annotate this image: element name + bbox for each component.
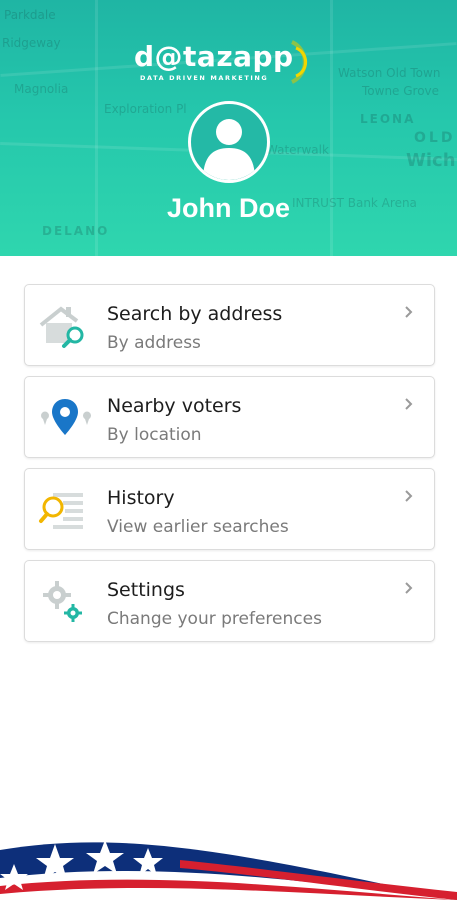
american-flag-wave-decoration: [0, 840, 457, 900]
map-label: Waterwalk: [266, 143, 329, 157]
user-silhouette-icon: [203, 119, 255, 180]
menu-item-title: Search by address: [107, 303, 283, 325]
menu-item-history[interactable]: History View earlier searches: [24, 468, 435, 550]
menu-item-nearby-voters[interactable]: Nearby voters By location: [24, 376, 435, 458]
map-label: Magnolia: [14, 82, 69, 96]
map-label: Ridgeway: [2, 36, 61, 50]
chevron-right-icon: [405, 306, 413, 318]
map-label: Watson Old Town: [338, 66, 441, 80]
map-label: OLD: [414, 130, 456, 146]
chevron-right-icon: [405, 490, 413, 502]
logo-tagline: DATA DRIVEN MARKETING: [140, 74, 269, 82]
datazapp-logo: d@tazapp DATA DRIVEN MARKETING: [134, 40, 324, 90]
logo-wordmark: d@tazapp: [134, 40, 294, 73]
menu-item-title: History: [107, 487, 175, 509]
avatar[interactable]: [188, 101, 270, 183]
map-label: Parkdale: [4, 8, 56, 22]
house-search-icon: [39, 306, 84, 348]
user-name: John Doe: [166, 193, 290, 223]
profile-header: Parkdale Ridgeway Magnolia Exploration P…: [0, 0, 457, 256]
menu-item-subtitle: By address: [107, 333, 201, 353]
menu-item-subtitle: View earlier searches: [107, 517, 289, 537]
menu-item-settings[interactable]: Settings Change your preferences: [24, 560, 435, 642]
logo-ring-icon: [291, 40, 308, 84]
menu-item-subtitle: Change your preferences: [107, 609, 322, 629]
chevron-right-icon: [405, 582, 413, 594]
location-pin-icon: [41, 399, 91, 435]
chevron-right-icon: [405, 398, 413, 410]
menu-item-search-by-address[interactable]: Search by address By address: [24, 284, 435, 366]
menu-item-title: Nearby voters: [107, 395, 242, 417]
map-label: LEONA: [360, 112, 416, 126]
history-search-icon: [39, 493, 83, 529]
main-menu: Search by address By address Nearby vote…: [24, 284, 435, 652]
menu-item-subtitle: By location: [107, 425, 202, 445]
map-label: Exploration Pl: [104, 102, 187, 116]
map-label: Towne Grove: [362, 84, 440, 98]
map-label: DELANO: [42, 224, 110, 238]
gears-icon: [43, 581, 82, 622]
map-label: Wich: [406, 150, 456, 171]
menu-item-title: Settings: [107, 579, 185, 601]
